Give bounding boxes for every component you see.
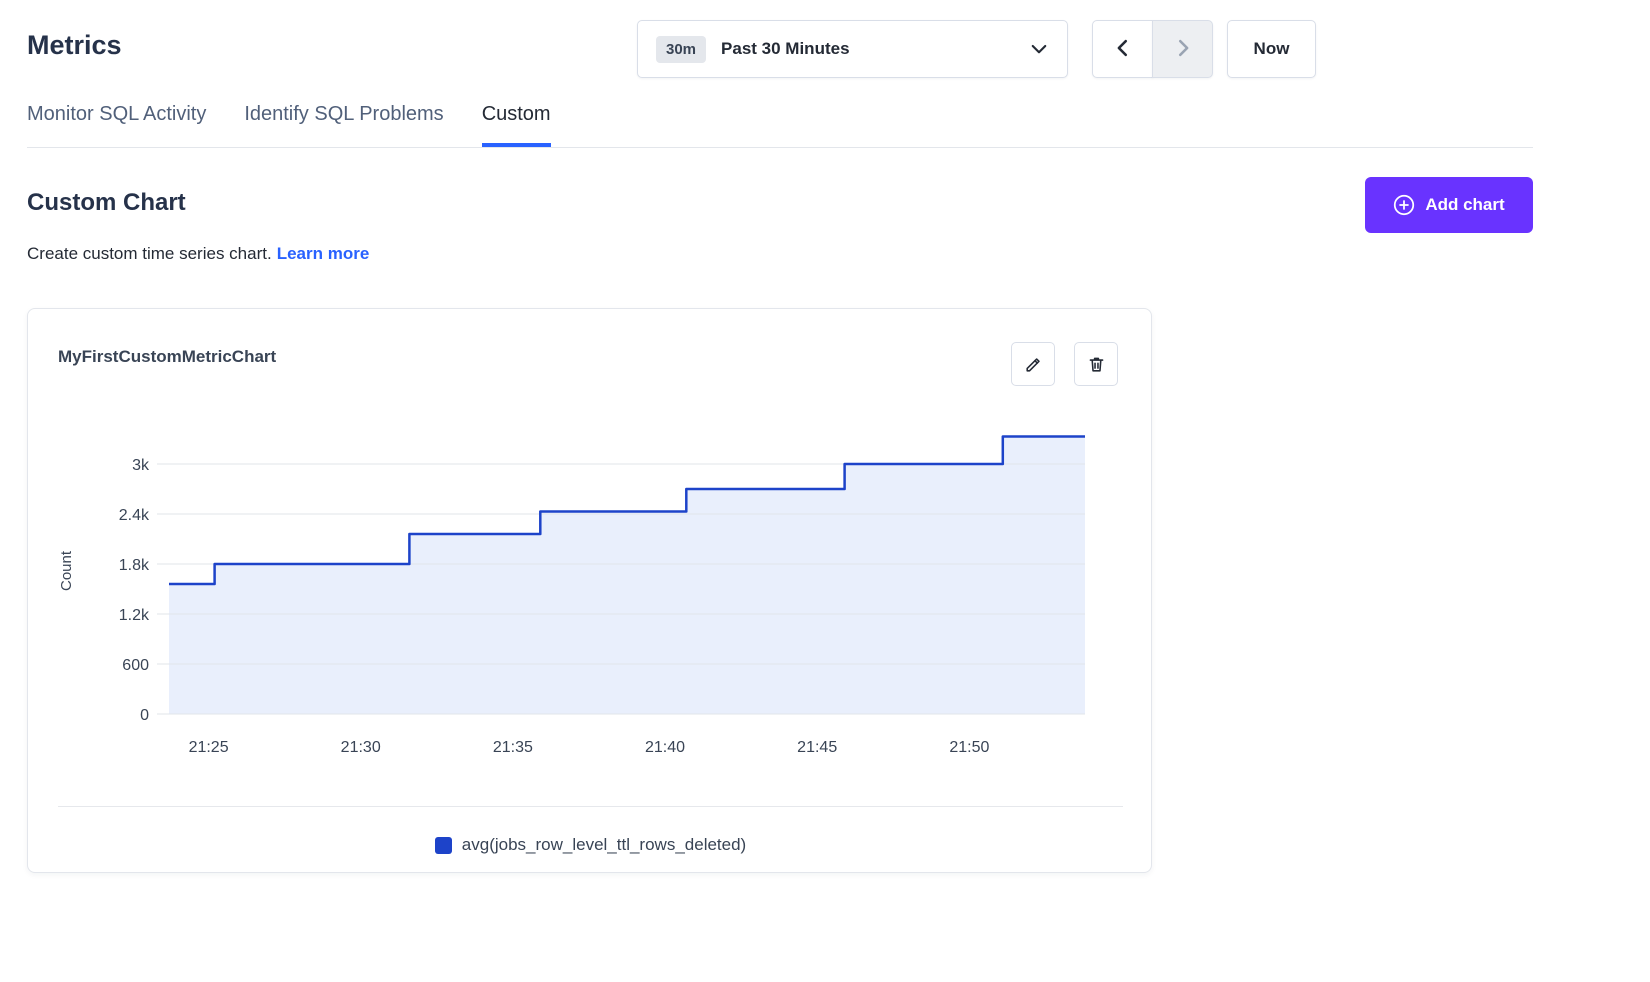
svg-text:Count: Count (58, 550, 75, 591)
metrics-tabs: Monitor SQL Activity Identify SQL Proble… (27, 103, 551, 147)
plus-circle-icon (1393, 194, 1415, 216)
time-pager (1092, 20, 1213, 78)
svg-text:21:35: 21:35 (493, 739, 533, 756)
next-time-button[interactable] (1152, 20, 1213, 78)
svg-text:2.4k: 2.4k (119, 507, 150, 524)
time-range-badge: 30m (656, 36, 706, 63)
legend-item[interactable]: avg(jobs_row_level_ttl_rows_deleted) (28, 827, 1153, 863)
legend-divider (58, 806, 1123, 807)
legend-label: avg(jobs_row_level_ttl_rows_deleted) (462, 835, 746, 855)
edit-chart-button[interactable] (1011, 342, 1055, 386)
now-button[interactable]: Now (1227, 20, 1316, 78)
svg-text:3k: 3k (132, 457, 150, 474)
svg-text:1.2k: 1.2k (119, 607, 150, 624)
svg-text:600: 600 (122, 657, 149, 674)
custom-chart-card: MyFirstCustomMetricChart 0 600 1.2k 1.8k 2.4… (27, 308, 1152, 873)
tab-custom[interactable]: Custom (482, 103, 551, 147)
tab-monitor-sql-activity[interactable]: Monitor SQL Activity (27, 103, 206, 147)
time-series-chart[interactable]: 0 600 1.2k 1.8k 2.4k 3k 21:25 21:30 21:35 21:40 21… (58, 421, 1123, 771)
chevron-left-icon (1112, 37, 1134, 62)
chevron-right-icon (1172, 37, 1194, 62)
svg-text:0: 0 (140, 707, 149, 724)
section-description-text: Create custom time series chart. (27, 244, 272, 263)
page-title: Metrics (27, 30, 122, 61)
pencil-icon (1023, 354, 1044, 375)
tab-identify-sql-problems[interactable]: Identify SQL Problems (244, 103, 443, 147)
previous-time-button[interactable] (1092, 20, 1153, 78)
section-description: Create custom time series chart. Learn mo… (27, 244, 369, 264)
svg-text:21:25: 21:25 (189, 739, 229, 756)
chart-title: MyFirstCustomMetricChart (58, 347, 276, 367)
trash-icon-button[interactable] (1074, 342, 1118, 386)
learn-more-link[interactable]: Learn more (277, 244, 370, 263)
add-chart-button[interactable]: Add chart (1365, 177, 1533, 233)
time-range-dropdown[interactable]: 30m Past 30 Minutes (637, 20, 1068, 78)
section-title: Custom Chart (27, 189, 186, 217)
legend-swatch (435, 837, 452, 854)
svg-text:21:45: 21:45 (797, 739, 837, 756)
trash-icon (1086, 354, 1107, 375)
svg-text:21:30: 21:30 (341, 739, 381, 756)
add-chart-label: Add chart (1425, 195, 1504, 215)
tabs-divider (27, 147, 1533, 148)
svg-text:1.8k: 1.8k (119, 557, 150, 574)
svg-text:21:40: 21:40 (645, 739, 685, 756)
time-range-label: Past 30 Minutes (721, 39, 850, 59)
chevron-down-icon (1029, 39, 1049, 59)
svg-text:21:50: 21:50 (949, 739, 989, 756)
